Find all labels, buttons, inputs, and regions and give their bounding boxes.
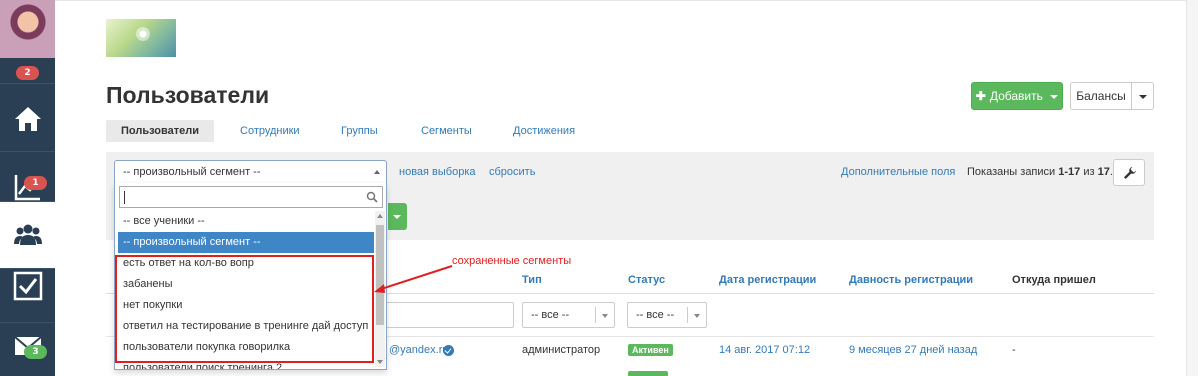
- reg-date-link[interactable]: 14 авг. 2017 07:12: [719, 344, 810, 356]
- scroll-up-icon[interactable]: [377, 214, 383, 218]
- avatar[interactable]: [0, 0, 55, 58]
- column-reg-age[interactable]: Давность регистрации: [849, 274, 973, 286]
- user-email-link[interactable]: @yandex.ru: [389, 344, 448, 356]
- tab-users[interactable]: Пользователи: [106, 120, 215, 142]
- annotation-highlight-box: [115, 255, 374, 363]
- user-type: администратор: [522, 344, 601, 356]
- segment-option-selected[interactable]: -- произвольный сегмент --: [118, 232, 374, 253]
- sidebar-item-home[interactable]: [0, 83, 55, 151]
- segment-select-value: -- произвольный сегмент --: [123, 166, 261, 178]
- column-status[interactable]: Статус: [628, 274, 665, 286]
- add-button-label: Добавить: [989, 89, 1043, 103]
- stats-badge: 1: [24, 176, 47, 190]
- type-filter-select[interactable]: -- все --: [522, 302, 615, 328]
- column-reg-date[interactable]: Дата регистрации: [719, 274, 816, 286]
- page-scrollbar[interactable]: [1186, 0, 1198, 376]
- search-icon: [366, 191, 378, 203]
- plus-icon: ✚: [975, 89, 986, 103]
- status-badge: Активен: [628, 344, 673, 356]
- column-source: Откуда пришел: [1012, 274, 1096, 286]
- notifications-badge: 2: [16, 66, 39, 80]
- wrench-icon: [1124, 167, 1136, 179]
- user-source: -: [1012, 344, 1016, 356]
- extra-fields-link[interactable]: Дополнительные поля: [841, 166, 955, 178]
- sidebar: 2 1 3: [0, 0, 55, 376]
- school-logo[interactable]: [106, 19, 176, 57]
- annotation-arrow-icon: [374, 265, 453, 293]
- chevron-down-icon: [393, 215, 401, 219]
- sidebar-item-users[interactable]: [0, 201, 55, 269]
- apply-dropdown-toggle[interactable]: [388, 203, 407, 230]
- chevron-down-icon: [602, 314, 608, 318]
- status-filter-select[interactable]: -- все --: [627, 302, 707, 328]
- tab-segments[interactable]: Сегменты: [421, 120, 472, 142]
- balances-button[interactable]: Балансы: [1070, 82, 1132, 110]
- top-border: [55, 0, 1186, 1]
- chevron-down-icon: [694, 314, 700, 318]
- scroll-down-icon[interactable]: [377, 360, 383, 364]
- chevron-down-icon: [1139, 95, 1147, 99]
- segment-select[interactable]: -- произвольный сегмент --: [114, 160, 387, 184]
- status-badge: [628, 371, 668, 376]
- chevron-up-icon: [374, 170, 380, 174]
- chevron-down-icon: [1050, 94, 1059, 99]
- users-icon: [14, 224, 42, 245]
- settings-button[interactable]: [1113, 159, 1145, 186]
- new-selection-link[interactable]: новая выборка: [399, 166, 476, 178]
- tab-employees[interactable]: Сотрудники: [240, 120, 300, 142]
- column-type[interactable]: Тип: [522, 274, 542, 286]
- reg-age-link[interactable]: 9 месяцев 27 дней назад: [849, 344, 977, 356]
- mail-badge: 3: [24, 345, 47, 359]
- segment-search-input[interactable]: [119, 186, 383, 208]
- home-icon: [15, 107, 41, 131]
- segment-option[interactable]: -- все ученики --: [118, 211, 374, 232]
- records-count: Показаны записи 1-17 из 17.: [967, 166, 1113, 178]
- tab-groups[interactable]: Группы: [341, 120, 378, 142]
- page-title: Пользователи: [106, 82, 270, 108]
- balances-dropdown-toggle[interactable]: [1131, 82, 1154, 110]
- reset-link[interactable]: сбросить: [489, 166, 535, 178]
- email-filter-input[interactable]: [374, 302, 514, 328]
- add-button[interactable]: ✚ Добавить: [971, 82, 1063, 110]
- annotation-label: сохраненные сегменты: [452, 255, 572, 267]
- verified-icon: [443, 345, 454, 356]
- tab-achievements[interactable]: Достижения: [513, 120, 575, 142]
- checkbox-icon: [13, 271, 43, 301]
